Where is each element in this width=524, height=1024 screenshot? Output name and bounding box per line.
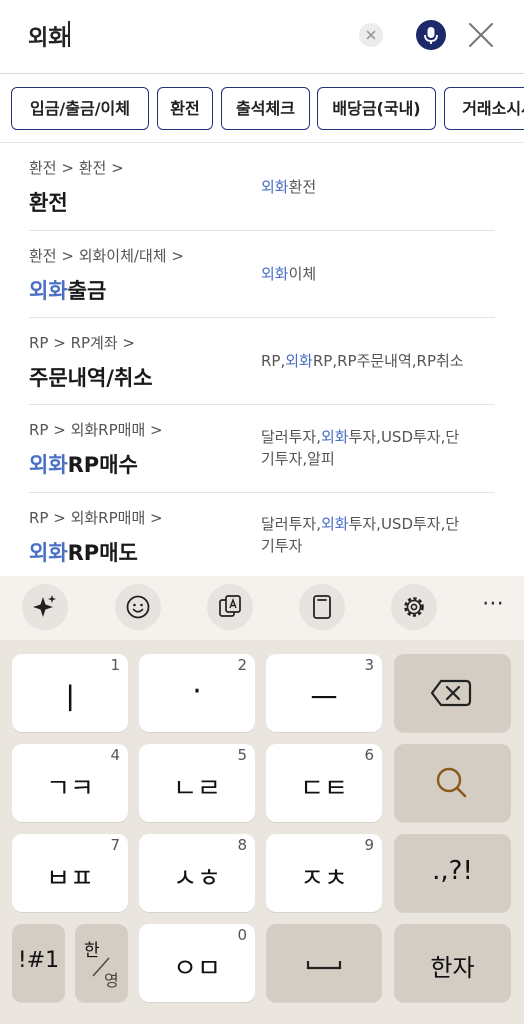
- result-breadcrumb: RP > 외화RP매매 >: [29, 509, 163, 527]
- more-icon[interactable]: ⋯: [478, 590, 508, 620]
- close-button[interactable]: [466, 20, 496, 50]
- keyboard-toolbar: ⋯: [0, 576, 524, 640]
- voice-search-button[interactable]: [416, 20, 446, 50]
- chip-attendance-check[interactable]: 출석체크: [221, 87, 310, 130]
- emoji-icon: [126, 595, 150, 619]
- hanja-key[interactable]: 한자: [394, 924, 511, 1002]
- key-bieup-pieup[interactable]: 7 ㅂㅍ: [12, 834, 128, 912]
- result-title: 외화RP매도: [29, 541, 138, 565]
- settings-icon: [404, 597, 424, 617]
- search-key[interactable]: [394, 744, 511, 822]
- keyboard: 1 ㅣ 2 · 3 ㅡ 4 ㄱㅋ 5 ㄴㄹ 6 ㄷㅌ 7 ㅂㅍ 8 ㅅㅎ 9 ㅈ…: [0, 640, 524, 1024]
- symbols-key[interactable]: !#1: [12, 924, 65, 1002]
- result-keywords: 외화환전: [261, 178, 317, 196]
- key-vowel-dot[interactable]: 2 ·: [139, 654, 255, 732]
- result-title: 주문내역/취소: [29, 366, 153, 390]
- search-input[interactable]: 외화: [28, 20, 68, 52]
- result-breadcrumb: RP > 외화RP매매 >: [29, 421, 163, 439]
- close-icon: [469, 23, 493, 47]
- space-icon: [306, 961, 342, 970]
- clipboard-icon: [313, 595, 331, 619]
- punctuation-key[interactable]: .,?!: [394, 834, 511, 912]
- space-key[interactable]: [266, 924, 382, 1002]
- clear-icon: [366, 30, 376, 40]
- result-title: 외화RP매수: [29, 453, 138, 477]
- emoji-button[interactable]: [115, 584, 161, 630]
- lang-english-label: 영: [104, 971, 119, 990]
- slash-divider: [92, 957, 110, 977]
- search-result-item[interactable]: RP > 외화RP매매 > 외화RP매도 달러투자,외화투자,USD투자,단 기…: [29, 493, 495, 576]
- search-icon: [436, 767, 467, 798]
- search-result-item[interactable]: RP > RP계좌 > 주문내역/취소 RP,외화RP,RP주문내역,RP취소: [29, 318, 495, 405]
- search-result-item[interactable]: 환전 > 외화이체/대체 > 외화출금 외화이체: [29, 231, 495, 318]
- result-keywords: 외화이체: [261, 265, 317, 283]
- key-jieut-chieut[interactable]: 9 ㅈㅊ: [266, 834, 382, 912]
- key-ieung-mieum[interactable]: 0 ㅇㅁ: [139, 924, 255, 1002]
- key-siot-hieut[interactable]: 8 ㅅㅎ: [139, 834, 255, 912]
- result-breadcrumb: 환전 > 환전 >: [29, 159, 124, 177]
- key-vowel-eu[interactable]: 3 ㅡ: [266, 654, 382, 732]
- search-result-item[interactable]: RP > 외화RP매매 > 외화RP매수 달러투자,외화투자,USD투자,단 기…: [29, 405, 495, 493]
- clear-search-button[interactable]: [359, 23, 383, 47]
- microphone-icon: [424, 27, 438, 44]
- chip-deposit-withdraw-transfer[interactable]: 입금/출금/이체: [11, 87, 149, 130]
- key-vowel-i[interactable]: 1 ㅣ: [12, 654, 128, 732]
- result-keywords: 달러투자,외화투자,USD투자,단 기투자: [261, 515, 460, 555]
- search-result-item[interactable]: 환전 > 환전 > 환전 외화환전: [29, 143, 495, 231]
- chip-dividend-domestic[interactable]: 배당금(국내): [317, 87, 436, 130]
- result-breadcrumb: 환전 > 외화이체/대체 >: [29, 247, 184, 265]
- result-keywords: 달러투자,외화투자,USD투자,단 기투자,알피: [261, 428, 460, 468]
- text-cursor: [68, 21, 70, 47]
- result-title: 환전: [29, 191, 68, 215]
- sparkle-icon: [33, 595, 56, 617]
- language-switch-key[interactable]: 한 영: [75, 924, 128, 1002]
- clipboard-button[interactable]: [299, 584, 345, 630]
- backspace-key[interactable]: [394, 654, 511, 732]
- key-nieun-rieul[interactable]: 5 ㄴㄹ: [139, 744, 255, 822]
- search-bar: 외화: [0, 0, 524, 74]
- chip-exchange-quotes[interactable]: 거래소시세: [444, 87, 524, 130]
- backspace-icon: [430, 679, 472, 707]
- quick-menu-chips: 입금/출금/이체 환전 출석체크 배당금(국내) 거래소시세: [0, 75, 524, 143]
- chip-exchange[interactable]: 환전: [157, 87, 213, 130]
- key-digeut-tieut[interactable]: 6 ㄷㅌ: [266, 744, 382, 822]
- ai-button[interactable]: [22, 584, 68, 630]
- result-breadcrumb: RP > RP계좌 >: [29, 334, 135, 352]
- result-title: 외화출금: [29, 279, 107, 303]
- translate-button[interactable]: [207, 584, 253, 630]
- translate-icon: [219, 595, 241, 617]
- key-giyeok-kieuk[interactable]: 4 ㄱㅋ: [12, 744, 128, 822]
- keyboard-settings-button[interactable]: [391, 584, 437, 630]
- result-keywords: RP,외화RP,RP주문내역,RP취소: [261, 352, 464, 370]
